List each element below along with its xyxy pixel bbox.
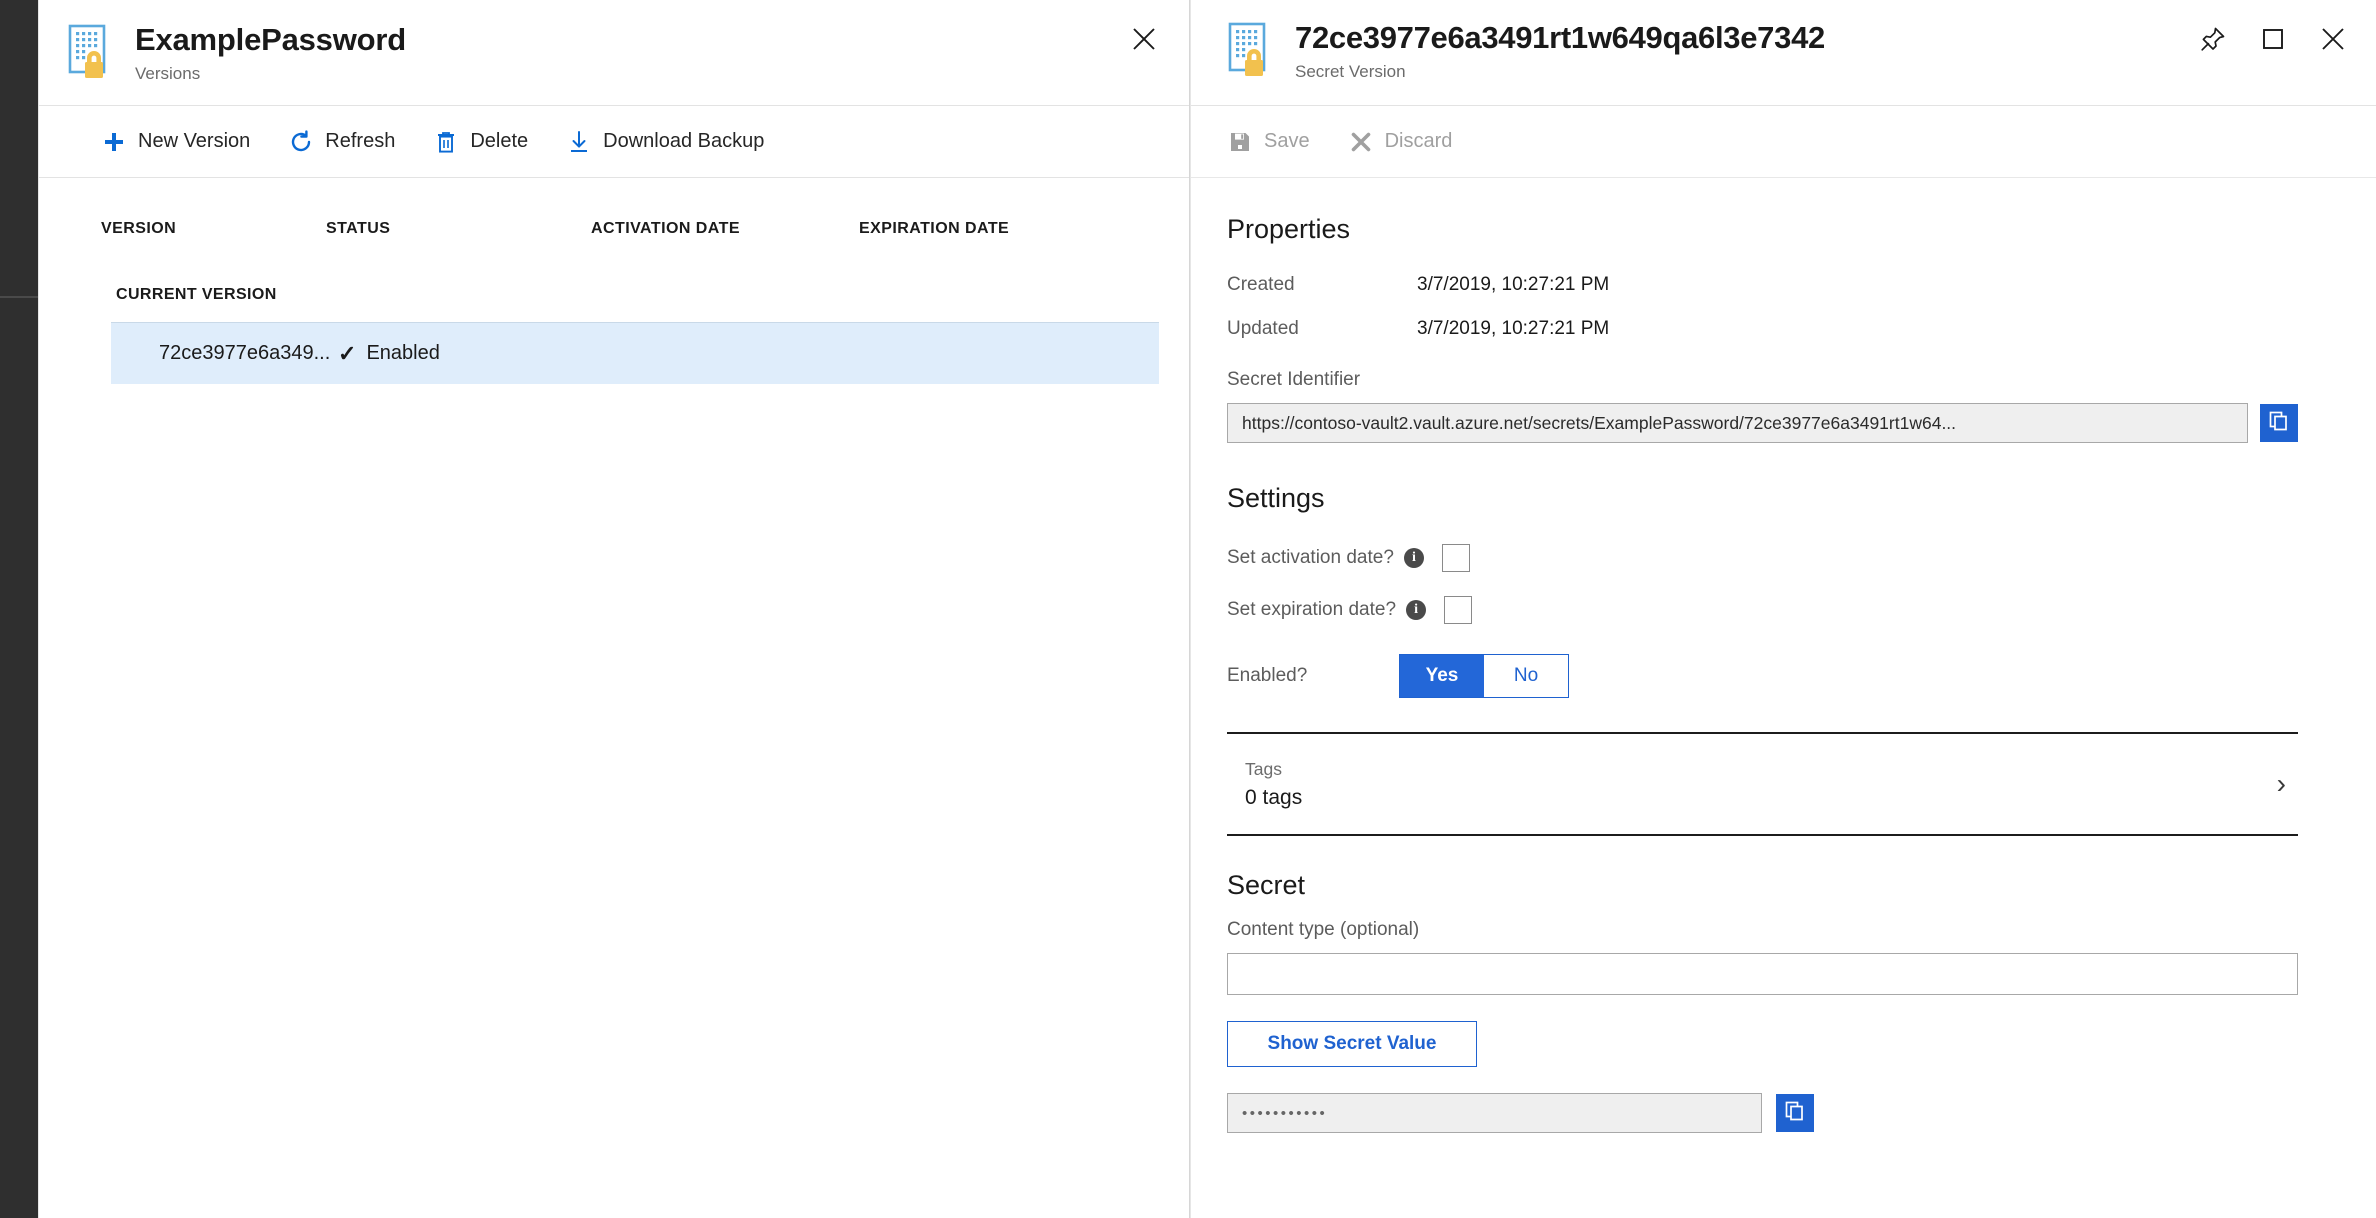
versions-blade-titles: ExamplePassword Versions — [135, 20, 406, 84]
versions-blade: ExamplePassword Versions New Version — [38, 0, 1190, 1218]
info-icon[interactable]: i — [1404, 548, 1424, 568]
enabled-yes-button[interactable]: Yes — [1400, 655, 1484, 697]
check-icon: ✓ — [338, 343, 356, 365]
tags-card[interactable]: Tags 0 tags › — [1227, 732, 2298, 836]
copy-icon — [2268, 410, 2290, 437]
info-icon[interactable]: i — [1406, 600, 1426, 620]
content-type-input[interactable] — [1227, 953, 2298, 995]
column-header-status[interactable]: STATUS — [326, 220, 591, 238]
versions-command-bar: New Version Refresh — [39, 106, 1189, 178]
secret-identifier-label: Secret Identifier — [1227, 369, 2298, 391]
tags-value: 0 tags — [1245, 786, 2277, 810]
new-version-label: New Version — [138, 130, 250, 153]
created-value: 3/7/2019, 10:27:21 PM — [1417, 274, 1609, 296]
set-expiration-date-checkbox[interactable] — [1444, 596, 1472, 624]
save-button[interactable]: Save — [1227, 129, 1310, 155]
settings-heading: Settings — [1227, 483, 2298, 514]
secret-section: Secret Content type (optional) Show Secr… — [1227, 870, 2298, 1133]
set-activation-date-label: Set activation date? — [1227, 547, 1394, 569]
set-expiration-date-label: Set expiration date? — [1227, 599, 1396, 621]
copy-icon — [1784, 1100, 1806, 1127]
secret-lock-icon — [67, 24, 119, 80]
updated-row: Updated 3/7/2019, 10:27:21 PM — [1227, 307, 2298, 351]
updated-label: Updated — [1227, 318, 1417, 340]
secret-version-header: 72ce3977e6a3491rt1w649qa6l3e7342 Secret … — [1191, 0, 2376, 106]
enabled-no-button[interactable]: No — [1484, 655, 1568, 697]
discard-button[interactable]: Discard — [1348, 129, 1453, 155]
save-label: Save — [1264, 130, 1310, 153]
content-type-label: Content type (optional) — [1227, 919, 2298, 941]
trash-icon — [433, 129, 459, 155]
refresh-label: Refresh — [325, 130, 395, 153]
settings-section: Settings Set activation date? i Set expi… — [1227, 483, 2298, 708]
created-label: Created — [1227, 274, 1417, 296]
close-icon[interactable] — [2316, 22, 2350, 56]
show-secret-value-button[interactable]: Show Secret Value — [1227, 1021, 1477, 1067]
copy-secret-value-button[interactable] — [1776, 1094, 1814, 1132]
rail-divider — [0, 296, 38, 298]
row-status-label: Enabled — [366, 342, 439, 365]
discard-label: Discard — [1385, 130, 1453, 153]
secret-heading: Secret — [1227, 870, 2298, 901]
row-status-cell: ✓ Enabled — [338, 342, 440, 365]
page-title: ExamplePassword — [135, 22, 406, 58]
delete-label: Delete — [470, 130, 528, 153]
created-row: Created 3/7/2019, 10:27:21 PM — [1227, 263, 2298, 307]
close-icon[interactable] — [1127, 22, 1161, 56]
column-header-version[interactable]: VERSION — [101, 220, 326, 238]
secret-value-row: ••••••••••• — [1227, 1093, 2298, 1133]
properties-heading: Properties — [1227, 214, 2298, 245]
delete-button[interactable]: Delete — [433, 129, 528, 155]
copy-identifier-button[interactable] — [2260, 404, 2298, 442]
column-header-activation-date[interactable]: ACTIVATION DATE — [591, 220, 859, 238]
versions-blade-header: ExamplePassword Versions — [39, 0, 1189, 106]
secret-version-blade: 72ce3977e6a3491rt1w649qa6l3e7342 Secret … — [1190, 0, 2376, 1218]
save-icon — [1227, 129, 1253, 155]
set-activation-date-row: Set activation date? i — [1227, 532, 2298, 584]
set-expiration-date-row: Set expiration date? i — [1227, 584, 2298, 636]
row-version-value: 72ce3977e6a349... — [111, 342, 338, 365]
updated-value: 3/7/2019, 10:27:21 PM — [1417, 318, 1609, 340]
download-icon — [566, 129, 592, 155]
new-version-button[interactable]: New Version — [101, 129, 250, 155]
download-backup-button[interactable]: Download Backup — [566, 129, 764, 155]
secret-identifier-input[interactable]: https://contoso-vault2.vault.azure.net/s… — [1227, 403, 2248, 443]
enabled-toggle: Yes No — [1399, 654, 1569, 698]
versions-table-header: VERSION STATUS ACTIVATION DATE EXPIRATIO… — [39, 178, 1189, 238]
secret-version-title: 72ce3977e6a3491rt1w649qa6l3e7342 — [1295, 20, 1825, 56]
chevron-right-icon: › — [2277, 768, 2292, 800]
discard-icon — [1348, 129, 1374, 155]
secret-version-command-bar: Save Discard — [1191, 106, 2376, 178]
pin-icon[interactable] — [2196, 22, 2230, 56]
left-nav-rail — [0, 0, 38, 1218]
set-activation-date-checkbox[interactable] — [1442, 544, 1470, 572]
download-backup-label: Download Backup — [603, 130, 764, 153]
app-window: ExamplePassword Versions New Version — [0, 0, 2376, 1218]
enabled-label: Enabled? — [1227, 665, 1399, 687]
maximize-icon[interactable] — [2256, 22, 2290, 56]
tags-text: Tags 0 tags — [1245, 759, 2277, 810]
secret-identifier-row: https://contoso-vault2.vault.azure.net/s… — [1227, 403, 2298, 443]
group-label-current-version: CURRENT VERSION — [39, 238, 1189, 304]
page-subtitle: Versions — [135, 64, 406, 84]
secret-version-subtitle: Secret Version — [1295, 62, 1825, 82]
plus-icon — [101, 129, 127, 155]
secret-version-content: Properties Created 3/7/2019, 10:27:21 PM… — [1191, 178, 2376, 1133]
table-row[interactable]: 72ce3977e6a349... ✓ Enabled — [111, 322, 1159, 384]
secret-value-input[interactable]: ••••••••••• — [1227, 1093, 1762, 1133]
refresh-button[interactable]: Refresh — [288, 129, 395, 155]
secret-lock-icon — [1227, 22, 1279, 78]
refresh-icon — [288, 129, 314, 155]
window-controls — [2196, 22, 2350, 56]
column-header-expiration-date[interactable]: EXPIRATION DATE — [859, 220, 1099, 238]
secret-version-titles: 72ce3977e6a3491rt1w649qa6l3e7342 Secret … — [1295, 18, 1825, 82]
enabled-row: Enabled? Yes No — [1227, 644, 2298, 708]
tags-label: Tags — [1245, 759, 2277, 780]
